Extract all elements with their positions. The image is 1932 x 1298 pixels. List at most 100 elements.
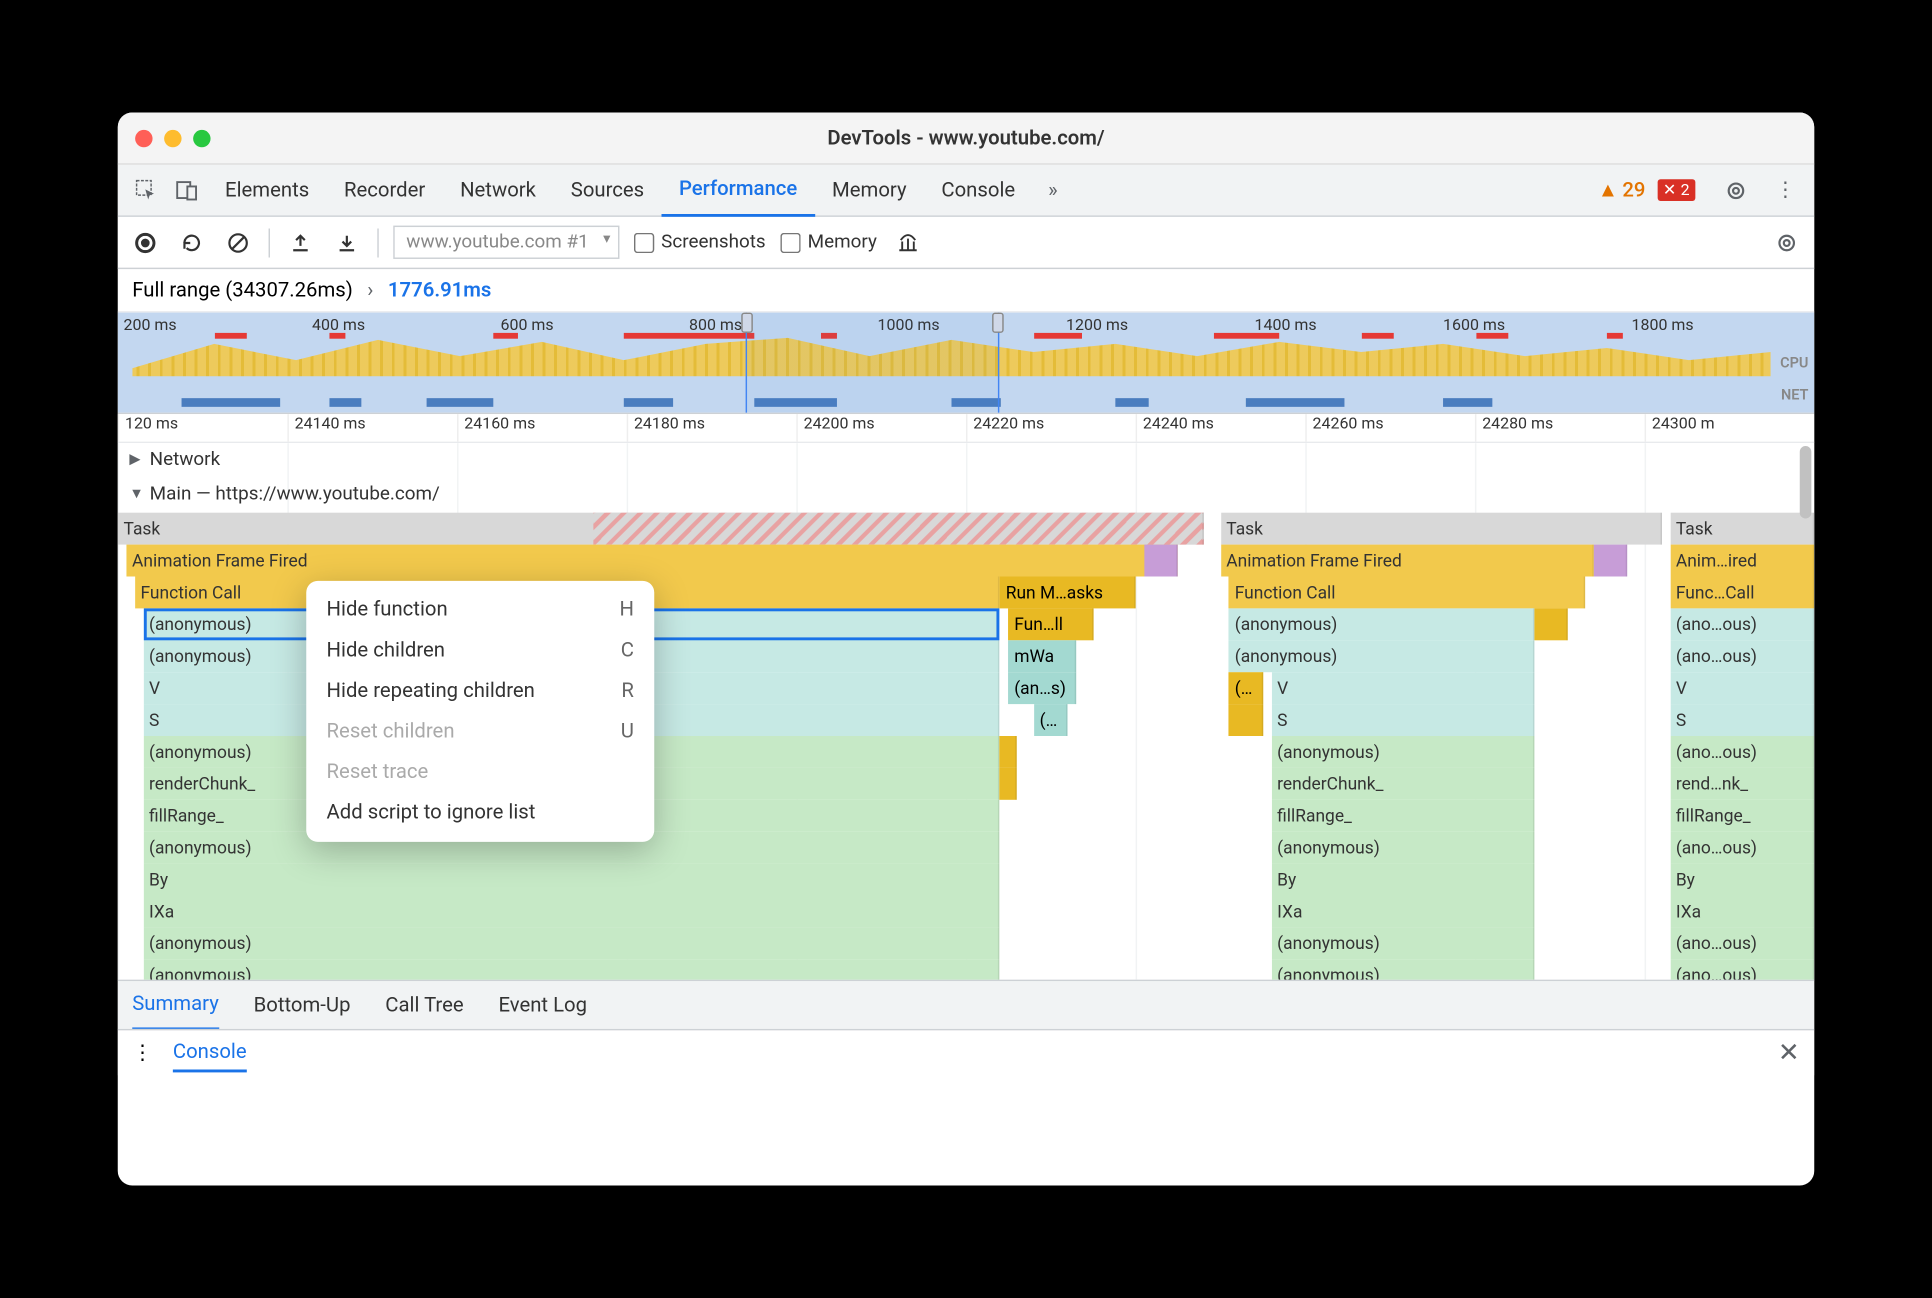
flame-bar[interactable]: (anonymous) bbox=[1229, 640, 1534, 672]
download-icon[interactable] bbox=[331, 226, 363, 258]
tab-summary[interactable]: Summary bbox=[132, 980, 219, 1029]
chevron-right-icon: › bbox=[367, 279, 373, 302]
flame-bar[interactable]: (… bbox=[1034, 704, 1068, 736]
flame-bar[interactable] bbox=[1594, 545, 1628, 577]
timeline-overview[interactable]: 200 ms400 ms600 ms 800 ms1000 ms1200 ms … bbox=[118, 313, 1815, 415]
details-tabs: Summary Bottom-Up Call Tree Event Log bbox=[118, 980, 1815, 1029]
garbage-icon[interactable] bbox=[891, 226, 923, 258]
flame-bar[interactable]: (ano…ous) bbox=[1670, 959, 1814, 979]
tab-bottom-up[interactable]: Bottom-Up bbox=[254, 980, 351, 1029]
flame-bar[interactable]: By bbox=[1670, 864, 1814, 896]
errors-badge[interactable]: ✕2 bbox=[1657, 179, 1695, 201]
flame-bar[interactable]: (ano…ous) bbox=[1670, 832, 1814, 864]
close-icon[interactable]: ✕ bbox=[1778, 1038, 1800, 1068]
flame-bar[interactable]: S bbox=[1670, 704, 1814, 736]
more-tabs-icon[interactable]: » bbox=[1033, 170, 1074, 211]
screenshots-checkbox[interactable]: Screenshots bbox=[634, 231, 766, 253]
flame-bar[interactable]: IXa bbox=[1670, 896, 1814, 928]
drawer-console-tab[interactable]: Console bbox=[173, 1040, 247, 1072]
flame-bar[interactable] bbox=[1229, 704, 1263, 736]
clear-button[interactable] bbox=[222, 226, 254, 258]
timeline-ruler: 120 ms24140 ms24160 ms 24180 ms24200 ms2… bbox=[118, 414, 1815, 443]
flame-bar[interactable]: IXa bbox=[1271, 896, 1534, 928]
selection-handle-right[interactable] bbox=[993, 313, 1005, 333]
flame-bar[interactable]: (ano…ous) bbox=[1670, 736, 1814, 768]
flame-bar[interactable]: (an…s) bbox=[1008, 672, 1076, 704]
flame-bar[interactable]: renderChunk_ bbox=[1271, 768, 1534, 800]
titlebar: DevTools - www.youtube.com/ bbox=[118, 113, 1815, 165]
flame-bar[interactable]: mWa bbox=[1008, 640, 1076, 672]
flame-bar[interactable]: fillRange_ bbox=[1670, 800, 1814, 832]
flame-bar-task[interactable]: Task bbox=[1670, 513, 1814, 545]
flame-bar[interactable]: (ano…ous) bbox=[1670, 640, 1814, 672]
kebab-icon[interactable]: ⋮ bbox=[1765, 170, 1806, 211]
flame-bar[interactable]: (anonymous) bbox=[143, 959, 1000, 979]
tab-recorder[interactable]: Recorder bbox=[327, 164, 443, 216]
flame-bar-longtask[interactable] bbox=[593, 513, 1204, 545]
tab-sources[interactable]: Sources bbox=[553, 164, 661, 216]
recording-select[interactable]: www.youtube.com #1 bbox=[393, 226, 619, 259]
flame-bar[interactable]: (anonymous) bbox=[1271, 959, 1534, 979]
flame-bar[interactable]: (ano…ous) bbox=[1670, 608, 1814, 640]
flame-bar[interactable] bbox=[1534, 608, 1568, 640]
flame-bar-task[interactable]: Task bbox=[1220, 513, 1661, 545]
flame-bar[interactable]: V bbox=[1670, 672, 1814, 704]
tab-event-log[interactable]: Event Log bbox=[498, 980, 587, 1029]
flame-bar[interactable]: IXa bbox=[143, 896, 1000, 928]
flame-bar[interactable]: (anonymous) bbox=[143, 927, 1000, 959]
flame-bar[interactable]: Fun…ll bbox=[1008, 608, 1093, 640]
flame-bar[interactable]: Anim…ired bbox=[1670, 545, 1814, 577]
perf-settings-icon[interactable] bbox=[1771, 226, 1803, 258]
flame-bar[interactable]: (ano…ous) bbox=[1670, 927, 1814, 959]
flame-bar[interactable] bbox=[1000, 768, 1017, 800]
warnings-badge[interactable]: ▲29 bbox=[1598, 178, 1646, 203]
flame-bar[interactable]: fillRange_ bbox=[1271, 800, 1534, 832]
ctx-add-ignore[interactable]: Add script to ignore list bbox=[306, 793, 654, 834]
flame-bar[interactable]: (anonymous) bbox=[1271, 736, 1534, 768]
cpu-label: CPU bbox=[1780, 356, 1808, 372]
flame-bar[interactable]: Run M…asks bbox=[1000, 577, 1136, 609]
flame-bar[interactable]: By bbox=[1271, 864, 1534, 896]
tab-elements[interactable]: Elements bbox=[208, 164, 327, 216]
reload-button[interactable] bbox=[176, 226, 208, 258]
record-button[interactable] bbox=[129, 226, 161, 258]
flame-row: Task Task Task bbox=[118, 513, 1815, 545]
flame-bar[interactable]: Animation Frame Fired bbox=[126, 545, 1178, 577]
inspect-icon[interactable] bbox=[126, 170, 167, 211]
flame-bar[interactable]: V bbox=[1271, 672, 1534, 704]
flame-bar[interactable]: Animation Frame Fired bbox=[1220, 545, 1593, 577]
memory-checkbox[interactable]: Memory bbox=[780, 231, 877, 253]
tab-performance[interactable]: Performance bbox=[662, 164, 815, 216]
flame-bar[interactable]: rend…nk_ bbox=[1670, 768, 1814, 800]
breadcrumb-full[interactable]: Full range (34307.26ms) bbox=[132, 279, 353, 302]
chevron-right-icon[interactable]: ▶ bbox=[129, 443, 140, 478]
drawer-kebab-icon[interactable]: ⋮ bbox=[132, 1041, 152, 1064]
flame-bar[interactable]: (anonymous) bbox=[1229, 608, 1534, 640]
chevron-down-icon[interactable]: ▼ bbox=[129, 478, 143, 513]
flame-bar[interactable]: (anonymous) bbox=[1271, 832, 1534, 864]
flame-bar[interactable]: (anonymous) bbox=[1271, 927, 1534, 959]
ctx-hide-children[interactable]: Hide childrenC bbox=[306, 630, 654, 671]
flame-bar[interactable] bbox=[1000, 736, 1017, 768]
flame-bar[interactable]: Func…Call bbox=[1670, 577, 1814, 609]
flame-bar[interactable]: By bbox=[143, 864, 1000, 896]
tab-network[interactable]: Network bbox=[443, 164, 554, 216]
flame-bar[interactable]: S bbox=[1271, 704, 1534, 736]
main-row[interactable]: ▼ Main — https://www.youtube.com/ bbox=[118, 478, 1815, 513]
tab-console[interactable]: Console bbox=[924, 164, 1033, 216]
scrollbar-thumb[interactable] bbox=[1800, 446, 1812, 519]
network-row[interactable]: ▶ Network bbox=[118, 443, 1815, 478]
tab-call-tree[interactable]: Call Tree bbox=[385, 980, 463, 1029]
flame-bar[interactable] bbox=[1144, 545, 1178, 577]
ctx-hide-function[interactable]: Hide functionH bbox=[306, 590, 654, 631]
flame-bar[interactable]: (… bbox=[1229, 672, 1263, 704]
upload-icon[interactable] bbox=[285, 226, 317, 258]
device-icon[interactable] bbox=[167, 170, 208, 211]
overview-selection[interactable] bbox=[745, 313, 999, 413]
ctx-hide-repeating[interactable]: Hide repeating childrenR bbox=[306, 671, 654, 712]
selection-handle-left[interactable] bbox=[741, 313, 753, 333]
tab-memory[interactable]: Memory bbox=[815, 164, 924, 216]
flame-bar[interactable]: Function Call bbox=[1229, 577, 1585, 609]
breadcrumb-selected[interactable]: 1776.91ms bbox=[388, 279, 491, 302]
gear-icon[interactable] bbox=[1716, 170, 1757, 211]
